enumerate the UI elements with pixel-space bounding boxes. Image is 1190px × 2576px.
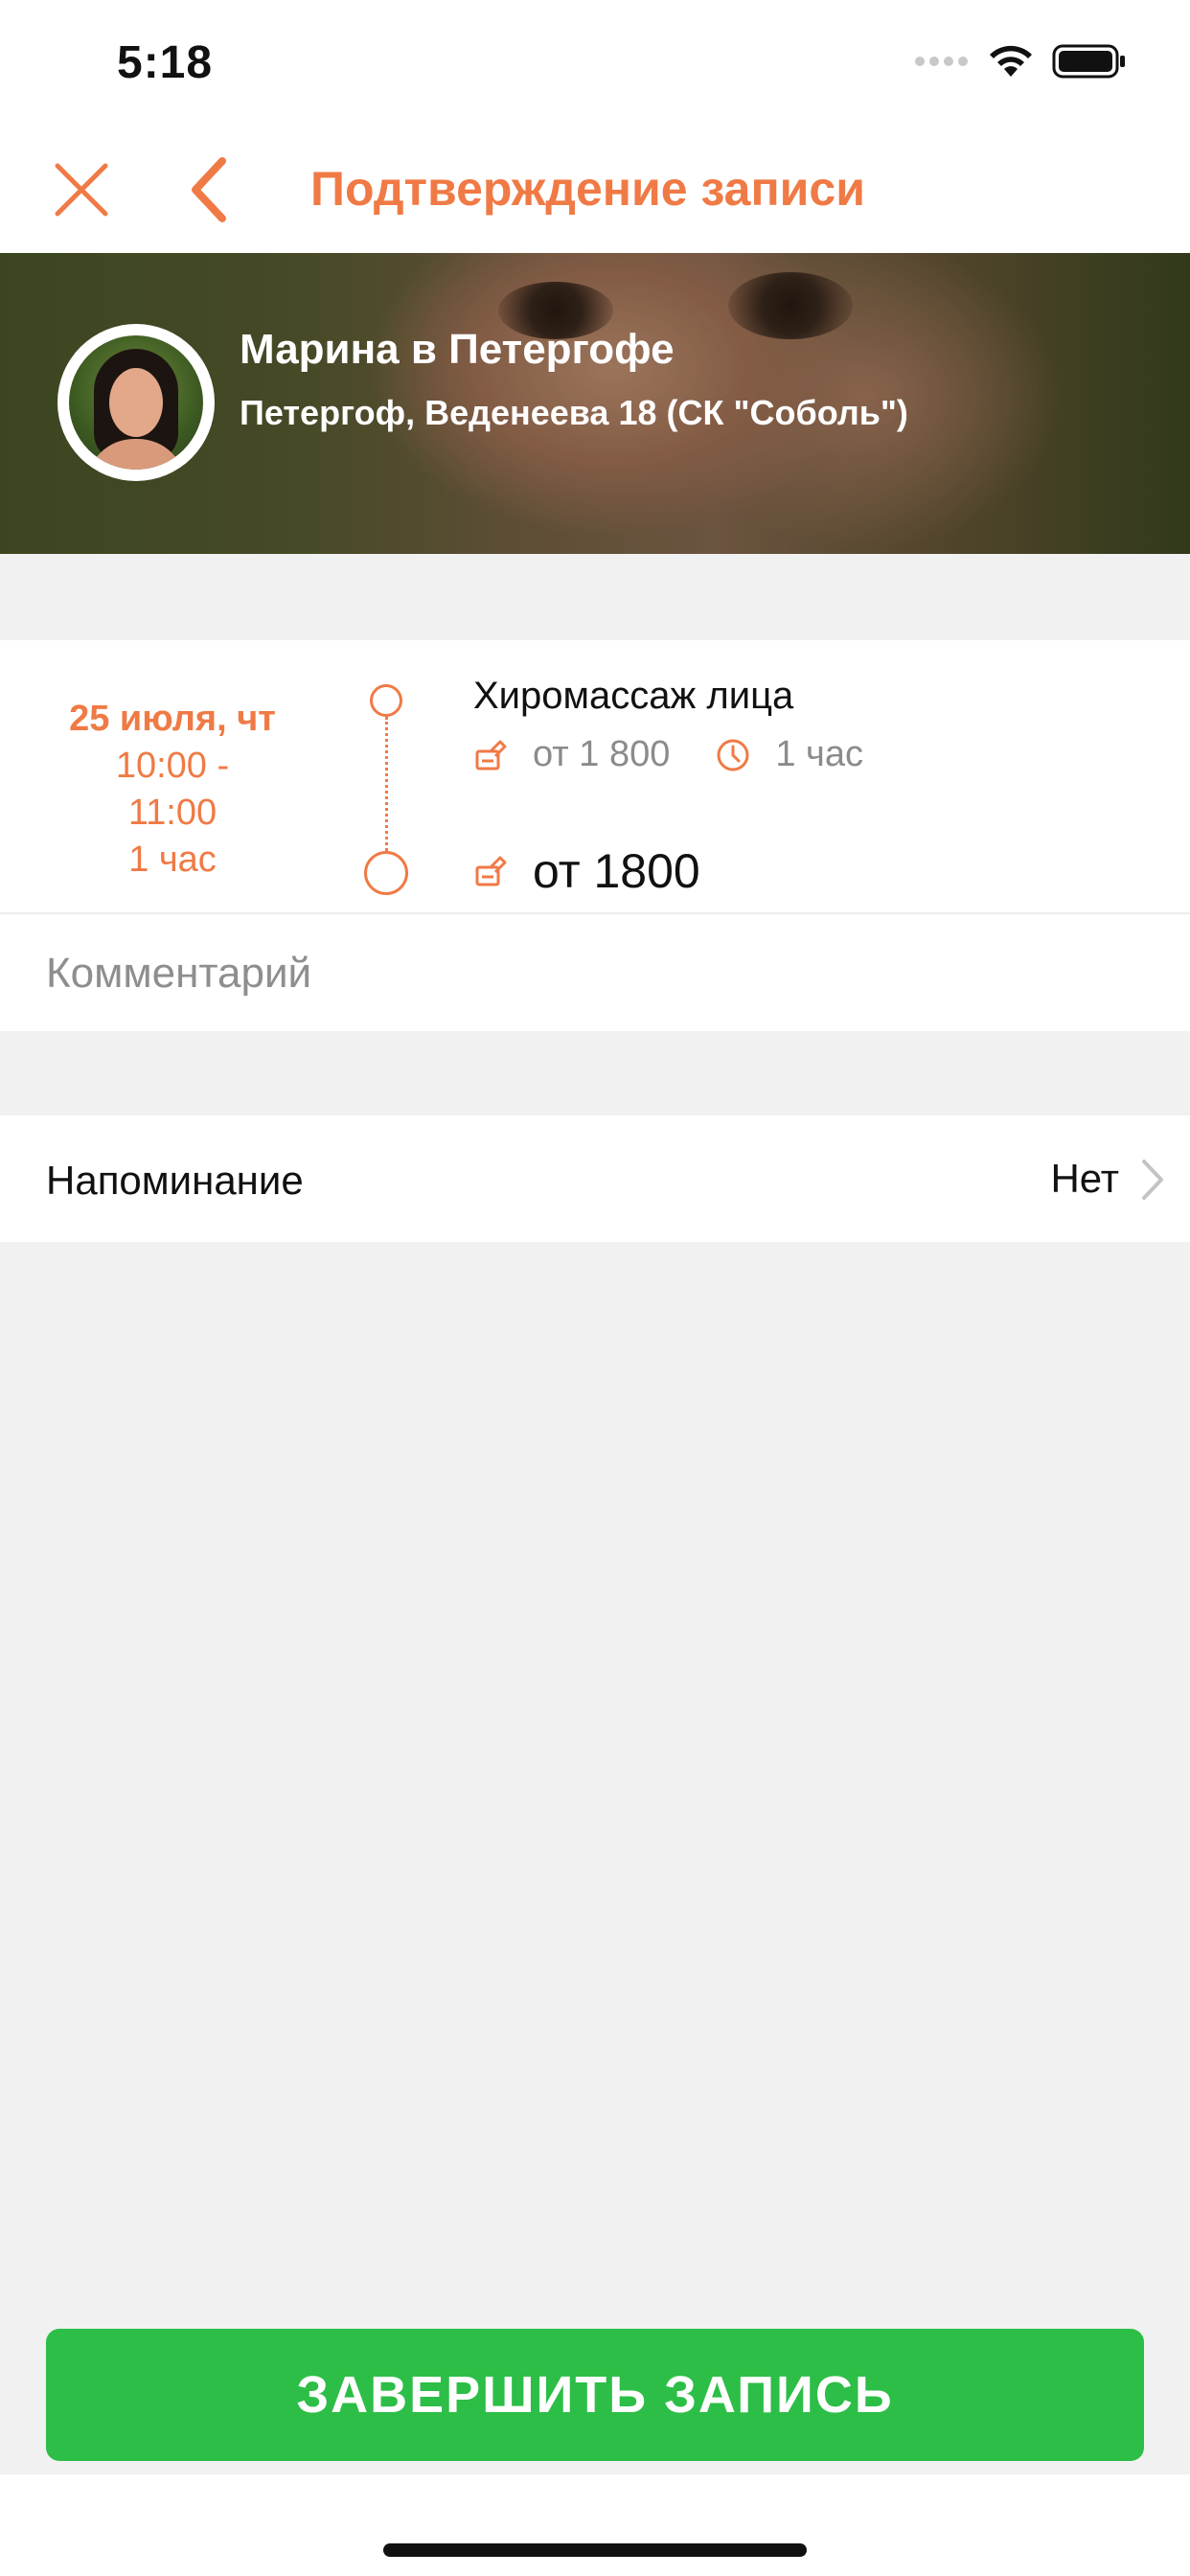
bottom-safe-area [0, 2474, 1190, 2576]
appointment-card: 25 июля, чт 10:00 - 11:00 1 час Хиромасс… [0, 640, 1190, 912]
clock-icon [717, 739, 749, 770]
finish-booking-button[interactable]: ЗАВЕРШИТЬ ЗАПИСЬ [46, 2329, 1144, 2461]
appointment-datetime: 25 июля, чт 10:00 - 11:00 1 час [29, 696, 316, 884]
total-price: от 1800 [533, 844, 700, 898]
status-bar: 5:18 [0, 0, 1190, 126]
service-price: от 1 800 [533, 734, 671, 774]
signal-icon [915, 57, 968, 66]
total-price-row: от 1800 [473, 843, 700, 899]
timeline-end-dot [364, 851, 408, 895]
nav-bar: Подтверждение записи [0, 126, 1190, 253]
page-title: Подтверждение записи [310, 162, 865, 216]
master-name: Марина в Петергофе [240, 326, 675, 373]
service-name: Хиромассаж лица [473, 675, 794, 717]
status-time: 5:18 [117, 37, 214, 88]
price-tag-icon [475, 856, 507, 886]
battery-icon [1052, 44, 1125, 79]
master-address: Петергоф, Веденеева 18 (СК "Соболь") [240, 393, 908, 432]
status-icons [914, 44, 1127, 79]
appointment-date: 25 июля, чт [69, 699, 276, 739]
close-icon[interactable] [50, 158, 113, 221]
reminder-label: Напоминание [46, 1158, 304, 1203]
reminder-row[interactable]: Напоминание Нет [0, 1116, 1190, 1242]
price-tag-icon [475, 740, 507, 770]
home-indicator[interactable] [383, 2543, 807, 2557]
comment-row [0, 912, 1190, 1033]
chevron-right-icon [1142, 1160, 1163, 1200]
wifi-icon [990, 45, 1032, 77]
reminder-value: Нет [1050, 1156, 1119, 1201]
service-meta: от 1 800 1 час [473, 734, 863, 775]
comment-input[interactable] [46, 914, 1157, 1033]
avatar[interactable] [57, 324, 215, 481]
timeline-start-dot [370, 684, 402, 717]
avatar-photo [69, 335, 203, 470]
timeline-line [385, 717, 388, 851]
appointment-time-end: 11:00 [127, 793, 217, 833]
appointment-duration: 1 час [128, 840, 217, 880]
appointment-time-start: 10:00 - [115, 746, 230, 786]
master-header: Марина в Петергофе Петергоф, Веденеева 1… [0, 253, 1190, 554]
chevron-left-icon[interactable] [180, 155, 238, 224]
service-duration: 1 час [775, 734, 863, 774]
avatar-face [109, 368, 163, 437]
